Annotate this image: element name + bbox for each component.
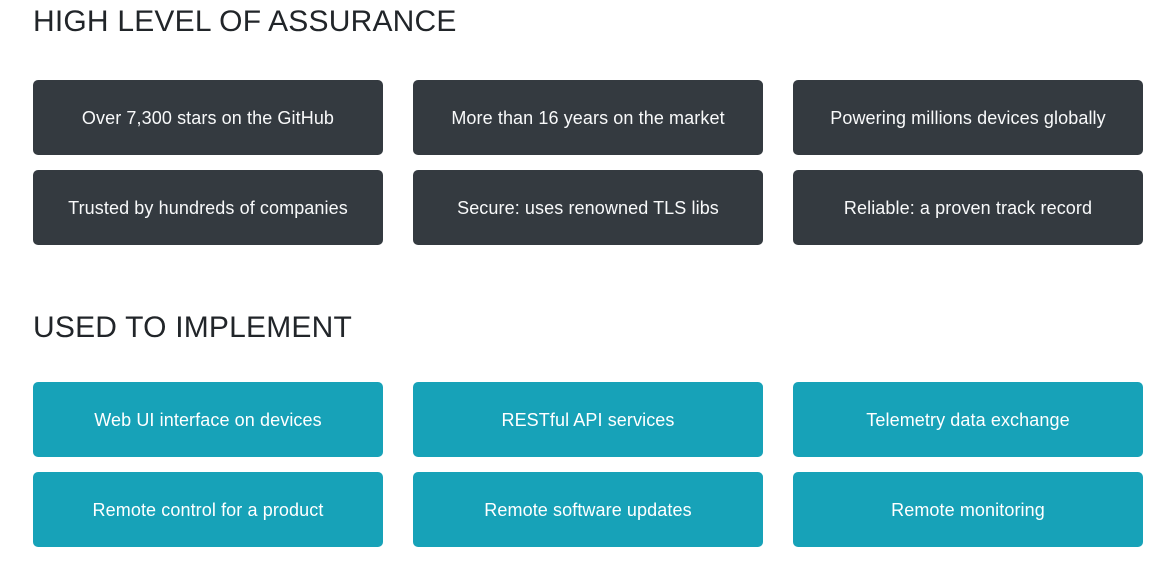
assurance-card-reliable-track-record[interactable]: Reliable: a proven track record [793, 170, 1143, 245]
implement-card-label: Remote control for a product [92, 499, 324, 520]
section-high-level-of-assurance: HIGH LEVEL OF ASSURANCE Over 7,300 stars… [33, 0, 1143, 245]
page-root: HIGH LEVEL OF ASSURANCE Over 7,300 stars… [0, 0, 1164, 563]
implement-card-web-ui-interface[interactable]: Web UI interface on devices [33, 382, 383, 457]
implement-card-telemetry-data[interactable]: Telemetry data exchange [793, 382, 1143, 457]
implement-card-remote-monitoring[interactable]: Remote monitoring [793, 472, 1143, 547]
assurance-card-label: Reliable: a proven track record [843, 197, 1093, 218]
implement-card-label: Web UI interface on devices [94, 409, 322, 430]
assurance-card-label: Powering millions devices globally [830, 107, 1106, 128]
assurance-card-github-stars[interactable]: Over 7,300 stars on the GitHub [33, 80, 383, 155]
implement-card-remote-control[interactable]: Remote control for a product [33, 472, 383, 547]
section-heading-implement: USED TO IMPLEMENT [33, 311, 353, 344]
assurance-card-grid: Over 7,300 stars on the GitHub More than… [33, 80, 1143, 245]
assurance-card-trusted-companies[interactable]: Trusted by hundreds of companies [33, 170, 383, 245]
implement-card-label: RESTful API services [501, 409, 675, 430]
assurance-card-devices-globally[interactable]: Powering millions devices globally [793, 80, 1143, 155]
section-used-to-implement: USED TO IMPLEMENT Web UI interface on de… [33, 300, 1143, 547]
assurance-card-years-on-market[interactable]: More than 16 years on the market [413, 80, 763, 155]
implement-card-restful-api[interactable]: RESTful API services [413, 382, 763, 457]
implement-card-label: Remote monitoring [891, 499, 1045, 520]
implement-card-software-updates[interactable]: Remote software updates [413, 472, 763, 547]
assurance-card-label: Over 7,300 stars on the GitHub [81, 107, 335, 128]
assurance-card-label: Secure: uses renowned TLS libs [457, 197, 719, 218]
implement-card-label: Remote software updates [484, 499, 692, 520]
implement-card-grid: Web UI interface on devices RESTful API … [33, 382, 1143, 547]
assurance-card-label: Trusted by hundreds of companies [68, 197, 348, 218]
assurance-card-label: More than 16 years on the market [451, 107, 725, 128]
implement-card-label: Telemetry data exchange [866, 409, 1070, 430]
assurance-card-secure-tls[interactable]: Secure: uses renowned TLS libs [413, 170, 763, 245]
section-heading-assurance: HIGH LEVEL OF ASSURANCE [33, 5, 457, 38]
